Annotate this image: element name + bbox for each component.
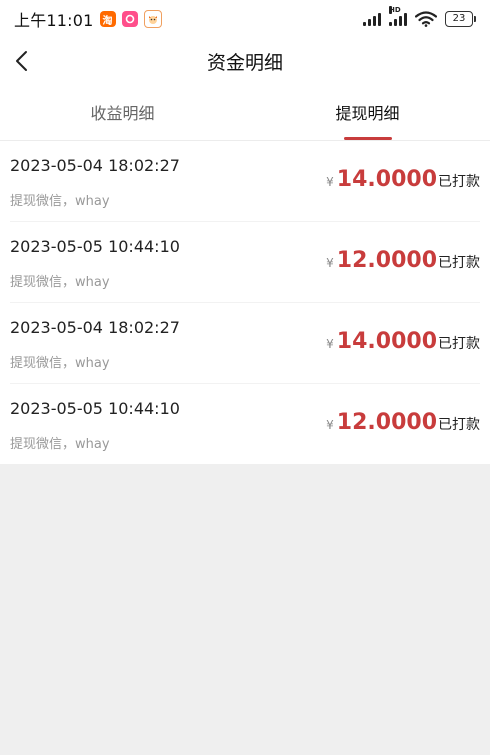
- battery-tip: [474, 16, 476, 22]
- list-item[interactable]: 2023-05-05 10:44:10 提现微信，whay ¥ 12.0000 …: [10, 222, 480, 303]
- record-description: 提现微信，whay: [10, 437, 110, 452]
- battery-icon: 23: [445, 11, 476, 27]
- tab-earnings-label: 收益明细: [90, 104, 155, 123]
- signal-icon: [363, 12, 381, 26]
- record-description: 提现微信，whay: [10, 275, 110, 290]
- tab-withdrawals-label: 提现明细: [335, 104, 400, 123]
- taobao-notification-icon: 淘: [99, 11, 116, 27]
- top-area: 上午11:01 淘 HD 23 资金明细 收益明细 提现明细: [0, 0, 490, 141]
- nav-bar: 资金明细: [0, 38, 490, 84]
- currency-symbol: ¥: [326, 337, 334, 351]
- record-status: 已打款: [438, 417, 480, 433]
- record-time: 2023-05-05 10:44:10: [10, 237, 180, 256]
- tab-withdrawals[interactable]: 提现明细: [245, 84, 490, 140]
- record-amount-group: ¥ 14.0000 已打款: [326, 167, 480, 192]
- record-amount-group: ¥ 12.0000 已打款: [326, 410, 480, 435]
- app-notification-icon: [121, 11, 138, 27]
- tab-earnings[interactable]: 收益明细: [0, 84, 245, 140]
- record-amount: 12.0000: [336, 410, 437, 435]
- record-description: 提现微信，whay: [10, 194, 110, 209]
- record-amount: 14.0000: [336, 329, 437, 354]
- back-button[interactable]: [6, 46, 36, 76]
- currency-symbol: ¥: [326, 418, 334, 432]
- status-right: HD 23: [363, 6, 476, 27]
- list-item[interactable]: 2023-05-05 10:44:10 提现微信，whay ¥ 12.0000 …: [10, 384, 480, 464]
- status-time: 上午11:01: [14, 11, 94, 30]
- pet-app-notification-icon: [143, 10, 162, 28]
- record-time: 2023-05-04 18:02:27: [10, 156, 180, 175]
- record-amount-group: ¥ 14.0000 已打款: [326, 329, 480, 354]
- active-tab-indicator: [343, 137, 392, 140]
- list-item[interactable]: 2023-05-04 18:02:27 提现微信，whay ¥ 14.0000 …: [10, 303, 480, 384]
- chevron-left-icon: [16, 51, 27, 71]
- record-time: 2023-05-04 18:02:27: [10, 318, 180, 337]
- status-bar: 上午11:01 淘 HD 23: [0, 0, 490, 38]
- network-hd-label: HD: [389, 6, 401, 14]
- record-status: 已打款: [438, 255, 480, 271]
- currency-symbol: ¥: [326, 175, 334, 189]
- status-left: 上午11:01 淘: [14, 7, 162, 31]
- record-amount-group: ¥ 12.0000 已打款: [326, 248, 480, 273]
- tab-bar: 收益明细 提现明细: [0, 84, 490, 141]
- signal-hd-icon: HD: [389, 6, 407, 26]
- record-time: 2023-05-05 10:44:10: [10, 399, 180, 418]
- wifi-icon: [415, 11, 437, 27]
- record-description: 提现微信，whay: [10, 356, 110, 371]
- record-amount: 14.0000: [336, 167, 437, 192]
- record-amount: 12.0000: [336, 248, 437, 273]
- list-item[interactable]: 2023-05-04 18:02:27 提现微信，whay ¥ 14.0000 …: [10, 141, 480, 222]
- page-title: 资金明细: [206, 51, 283, 74]
- withdrawal-record-list: 2023-05-04 18:02:27 提现微信，whay ¥ 14.0000 …: [0, 141, 490, 464]
- record-status: 已打款: [438, 336, 480, 352]
- battery-level: 23: [445, 11, 473, 27]
- currency-symbol: ¥: [326, 256, 334, 270]
- record-status: 已打款: [438, 174, 480, 190]
